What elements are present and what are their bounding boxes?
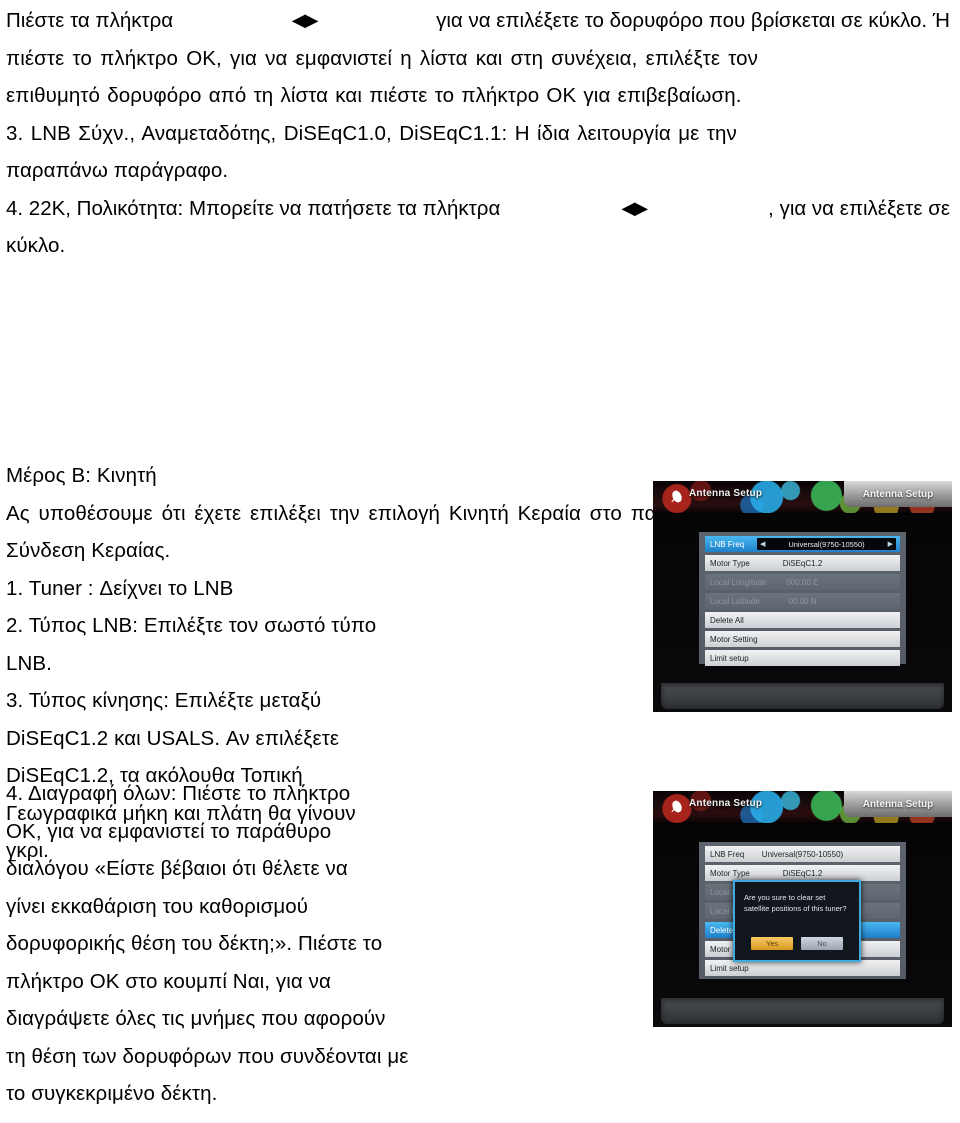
confirm-dialog: Are you sure to clear set satellite posi… [733,880,861,962]
menu-value: Universal(9750-10550) [761,849,844,859]
no-button[interactable]: No [801,937,843,950]
text-line: γίνει εκκαθάριση του καθορισμού [6,894,309,918]
tv-body: LNB Freq ◀ Universal(9750-10550) ▶ Motor… [653,514,952,712]
tv-screen: Antenna Setup Antenna Setup LNB Freq ◀ U… [653,481,952,712]
tv-header-bar: Antenna Setup Antenna Setup [653,791,952,824]
menu-row-delete-all[interactable]: Delete All [705,612,900,628]
document-page: Πιέστε τα πλήκτρα ◀▶ για να επιλέξετε το… [0,0,960,1123]
text-line: 3. LNB Σύχν., Αναμεταδότης, DiSEqC1.0, D… [6,121,737,145]
menu-value: DiSEqC1.2 [782,558,823,568]
paragraph-block-top: Πιέστε τα πλήκτρα ◀▶ για να επιλέξετε το… [6,2,950,265]
menu-row-motor-setting[interactable]: Motor Setting [705,631,900,647]
tv-title-tab: Antenna Setup [844,791,952,817]
text-segment: για να επιλέξετε το δορυφόρο που βρίσκετ… [436,9,950,32]
text-line: 4. Διαγραφή όλων: Πιέστε το πλήκτρο [6,782,351,805]
paragraph-block-bottom: 4. Διαγραφή όλων: Πιέστε το πλήκτρο ΟΚ, … [6,775,436,1113]
text-line: δορυφορικής θέση του δέκτη;». Πιέστε το [6,932,383,955]
tv-header-title: Antenna Setup [689,488,763,499]
text-line: 4. 22K, Πολικότητα: Μπορείτε να πατήσετε… [6,190,950,228]
text-line: 2. Τύπος LNB: Επιλέξτε τον σωστό τύπο [6,614,377,637]
menu-label: Delete All [710,615,744,625]
text-line: 1. Tuner : Δείχνει το LNB [6,576,234,600]
text-line: παραπάνω παράγραφο. [6,159,229,182]
arrow-keys-glyph: ◀▶ [621,197,648,218]
text-line: το συγκεκριμένο δέκτη. [6,1082,218,1105]
tv-header-title: Antenna Setup [689,798,763,809]
menu-value: DiSEqC1.2 [782,868,823,878]
tv-screen: Antenna Setup Antenna Setup LNB Freq Uni… [653,791,952,1027]
menu-value: 000.00 E [786,577,819,587]
tv-stand [661,683,944,709]
text-segment: , για να επιλέξετε σε [768,196,950,220]
section-heading: Μέρος Β: Κινητή [6,464,157,487]
menu-label: Limit setup [710,653,749,663]
text-segment: Πιέστε τα πλήκτρα [6,9,174,32]
lnb-freq-combobox[interactable]: ◀ Universal(9750-10550) ▶ [757,538,896,550]
chevron-right-icon[interactable]: ▶ [888,540,893,548]
text-line: LNB. [6,651,52,675]
antenna-settings-panel: LNB Freq ◀ Universal(9750-10550) ▶ Motor… [699,532,906,666]
tv-body: LNB Freq Universal(9750-10550) Motor Typ… [653,824,952,1027]
screenshot-antenna-setup-confirm: Antenna Setup Antenna Setup LNB Freq Uni… [653,791,952,1027]
tv-title-tab: Antenna Setup [844,481,952,507]
text-line: πλήκτρο ΟΚ στο κουμπί Ναι, για να [6,969,331,993]
tv-stand [661,998,944,1024]
menu-row-limit-setup[interactable]: Limit setup [705,650,900,666]
text-line: κύκλο. [6,234,66,257]
text-line: 3. Τύπος κίνησης: Επιλέξτε μεταξύ [6,689,322,712]
text-line: ΟΚ, για να εμφανιστεί το παράθυρο [6,819,332,843]
text-line: τη θέση των δορυφόρων που συνδέονται με [6,1044,409,1068]
menu-row-local-latitude: Local Latitude 00.00 N [705,593,900,609]
text-line: Πιέστε τα πλήκτρα ◀▶ για να επιλέξετε το… [6,2,950,40]
menu-row-motor-type[interactable]: Motor Type DiSEqC1.2 [705,865,900,881]
menu-value: 00.00 N [788,596,817,606]
menu-row-motor-type[interactable]: Motor Type DiSEqC1.2 [705,555,900,571]
menu-label: LNB Freq [710,539,745,549]
menu-label: Limit setup [710,963,749,973]
satellite-dish-icon [671,800,682,813]
text-segment: 4. 22K, Πολικότητα: Μπορείτε να πατήσετε… [6,196,501,220]
satellite-dish-icon [671,490,682,503]
lnb-freq-value: Universal(9750-10550) [788,539,865,549]
text-line: επιθυμητό δορυφόρο από τη λίστα και πιέσ… [6,84,742,107]
tv-header-bar: Antenna Setup Antenna Setup [653,481,952,514]
menu-row-limit-setup[interactable]: Limit setup [705,960,900,976]
text-line: DiSEqC1.2 και USALS. Αν επιλέξετε [6,726,340,750]
text-line: διαλόγου «Είστε βέβαιοι ότι θέλετε να [6,857,348,880]
menu-row-lnb-freq[interactable]: LNB Freq ◀ Universal(9750-10550) ▶ [705,536,900,552]
menu-row-local-longitude: Local Longitude 000.00 E [705,574,900,590]
screenshot-antenna-setup: Antenna Setup Antenna Setup LNB Freq ◀ U… [653,481,952,712]
text-line: διαγράψετε όλες τις μνήμες που αφορούν [6,1007,386,1030]
chevron-left-icon[interactable]: ◀ [760,540,765,548]
text-line: Σύνδεση Κεραίας. [6,539,171,562]
menu-label: Motor Setting [710,634,758,644]
text-line: πιέστε το πλήκτρο ΟΚ, για να εμφανιστεί … [6,46,759,70]
arrow-keys-glyph: ◀▶ [291,10,319,30]
dialog-message: Are you sure to clear set satellite posi… [744,893,847,913]
dialog-button-row: Yes No [735,937,859,950]
yes-button[interactable]: Yes [751,937,793,950]
menu-row-lnb-freq[interactable]: LNB Freq Universal(9750-10550) [705,846,900,862]
